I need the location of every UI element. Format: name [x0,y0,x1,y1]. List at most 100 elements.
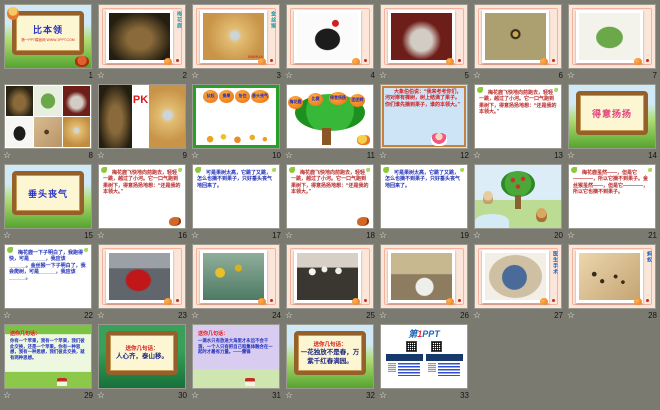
slide-cell[interactable]: 梅花鹿飞快地向前跑去，轻轻一跳，越过了小河。它一口气跑到果树下，得意扬扬地想：“… [471,84,565,164]
transition-star-icon[interactable]: ☆ [379,390,387,400]
transition-star-icon[interactable]: ☆ [191,390,199,400]
slide-thumbnail[interactable]: 蚂蚁 [568,244,656,309]
transition-star-icon[interactable]: ☆ [285,70,293,80]
transition-star-icon[interactable]: ☆ [285,390,293,400]
slide-cell[interactable]: ☆ 25 [283,244,377,324]
slide-cell[interactable]: ☆ 24 [189,244,283,324]
slide-thumbnail[interactable]: 送你几句话： 一滴水只有放进大海里才永远不会干涸，一个人只有把自己和集体融合在一… [192,324,280,389]
transition-star-icon[interactable]: ☆ [473,70,481,80]
slide-cell[interactable]: 第1PPT ☆ 33 [377,324,471,404]
slide-thumbnail[interactable]: 梅花鹿 [98,4,186,69]
slide-thumbnail[interactable]: 梅花鹿一下子明白了，我跑得快，可是______，我应该______。金丝猴一下子… [4,244,92,309]
slide-thumbnail[interactable]: 送你几句话： 一花独放不是春，万紫千红春满园。 [286,324,374,389]
slide-cell[interactable]: 梅花鹿飞快地向前跑去，轻轻一跳，越过了小河。它一口气跑到果树下，得意扬扬地想：“… [95,164,189,244]
slide-thumbnail[interactable]: 驮起 摘果 拾住 垂头丧气 [192,84,280,149]
car-photo [106,250,173,303]
transition-star-icon[interactable]: ☆ [191,310,199,320]
slide-cell[interactable]: 得意扬扬 ☆ 14 [565,84,659,164]
transition-star-icon[interactable]: ☆ [379,150,387,160]
slide-cell[interactable]: 医生手术 ☆ 27 [471,244,565,324]
slide-cell[interactable]: ☆ 5 [377,4,471,84]
slide-cell[interactable]: ☆ 4 [283,4,377,84]
transition-star-icon[interactable]: ☆ [97,230,105,240]
slide-cell[interactable]: 梅花鹿一下子明白了，我跑得快，可是______，我应该______。金丝猴一下子… [1,244,95,324]
slide-thumbnail[interactable]: 医生手术 [474,244,562,309]
slide-cell[interactable]: 梅花鹿 比赛 得意扬扬 团团转 ☆ 11 [283,84,377,164]
transition-star-icon[interactable]: ☆ [285,230,293,240]
slide-cell[interactable]: ☆ 8 [1,84,95,164]
slide-cell[interactable]: 送你几句话： 一花独放不是春，万紫千红春满园。 ☆ 32 [283,324,377,404]
slide-thumbnail[interactable]: 大象伯伯说：“我来考考你们，河对岸有棵树，树上结满了果子。你们谁先摘到果子，谁的… [380,84,468,149]
transition-star-icon[interactable]: ☆ [473,310,481,320]
slide-cell[interactable]: 送你几句话： 人心齐，泰山移。 ☆ 30 [95,324,189,404]
transition-star-icon[interactable]: ☆ [3,390,11,400]
slide-thumbnail[interactable] [286,4,374,69]
slide-thumbnail[interactable]: 梅花鹿飞快地向前跑去，轻轻一跳，越过了小河。它一口气跑到果树下，得意扬扬地想：“… [286,164,374,229]
slide-thumbnail[interactable] [286,244,374,309]
transition-star-icon[interactable]: ☆ [191,230,199,240]
transition-star-icon[interactable]: ☆ [473,150,481,160]
transition-star-icon[interactable]: ☆ [567,70,575,80]
transition-star-icon[interactable]: ☆ [473,230,481,240]
slide-thumbnail[interactable]: 垂头丧气 [4,164,92,229]
slide-thumbnail[interactable]: 梅花鹿虽然——，但是它————，所以它摘不到果子。金丝猴虽然——，但是它————… [568,164,656,229]
transition-star-icon[interactable]: ☆ [567,230,575,240]
transition-star-icon[interactable]: ☆ [191,70,199,80]
transition-star-icon[interactable]: ☆ [379,70,387,80]
slide-thumbnail[interactable] [474,4,562,69]
slide-cell[interactable]: ☆ 7 [565,4,659,84]
slide-thumbnail[interactable]: 第1PPT [380,324,468,389]
slide-cell[interactable]: 送你几句话： 你有一个苹果，我有一个苹果，我们彼此交换，还是一个苹果。你有一种思… [1,324,95,404]
slide-thumbnail[interactable] [380,244,468,309]
slide-thumbnail[interactable]: 梅花鹿 比赛 得意扬扬 团团转 [286,84,374,149]
slide-thumbnail[interactable] [98,244,186,309]
slide-cell[interactable]: XINHUA 金丝猴 ☆ 3 [189,4,283,84]
slide-thumbnail[interactable]: PK [98,84,186,149]
slide-cell[interactable]: 梅花鹿 ☆ 2 [95,4,189,84]
slide-thumbnail[interactable]: 比本领 第一PPT模板网 WWW.1PPT.COM [4,4,92,69]
slide-thumbnail[interactable] [192,244,280,309]
transition-star-icon[interactable]: ☆ [3,230,11,240]
slide-cell[interactable]: 驮起 摘果 拾住 垂头丧气 ☆ 10 [189,84,283,164]
slide-cell[interactable]: ☆ 20 [471,164,565,244]
slide-cell[interactable]: 蚂蚁 ☆ 28 [565,244,659,324]
slide-cell[interactable]: 垂头丧气 ☆ 15 [1,164,95,244]
slide-thumbnail[interactable]: 梅花鹿飞快地向前跑去，轻轻一跳，越过了小河。它一口气跑到果树下，得意扬扬地想：“… [474,84,562,149]
slide-thumbnail[interactable]: XINHUA 金丝猴 [192,4,280,69]
slide-cell[interactable]: ☆ 6 [471,4,565,84]
slide-thumbnail[interactable]: 可是果树太高，它跳了又跳，怎么也摘不到果子，只好垂头丧气地回来了。 [192,164,280,229]
slide-thumbnail[interactable] [568,4,656,69]
slide-cell[interactable]: 可是果树太高，它跳了又跳，怎么也摘不到果子，只好垂头丧气地回来了。 ☆ 19 [377,164,471,244]
transition-star-icon[interactable]: ☆ [97,310,105,320]
slide-thumbnail[interactable]: 送你几句话： 你有一个苹果，我有一个苹果，我们彼此交换，还是一个苹果。你有一种思… [4,324,92,389]
slide-cell[interactable]: PK ☆ 9 [95,84,189,164]
transition-star-icon[interactable]: ☆ [3,150,11,160]
transition-star-icon[interactable]: ☆ [97,150,105,160]
transition-star-icon[interactable]: ☆ [285,150,293,160]
slide-cell[interactable]: ☆ 23 [95,244,189,324]
slide-cell[interactable]: 梅花鹿虽然——，但是它————，所以它摘不到果子。金丝猴虽然——，但是它————… [565,164,659,244]
slide-cell[interactable]: 梅花鹿飞快地向前跑去，轻轻一跳，越过了小河。它一口气跑到果树下，得意扬扬地想：“… [283,164,377,244]
transition-star-icon[interactable]: ☆ [379,310,387,320]
transition-star-icon[interactable]: ☆ [285,310,293,320]
slide-cell[interactable]: 可是果树太高，它跳了又跳，怎么也摘不到果子，只好垂头丧气地回来了。 ☆ 17 [189,164,283,244]
transition-star-icon[interactable]: ☆ [3,310,11,320]
transition-star-icon[interactable]: ☆ [567,310,575,320]
transition-star-icon[interactable]: ☆ [191,150,199,160]
slide-cell[interactable]: 送你几句话： 一滴水只有放进大海里才永远不会干涸，一个人只有把自己和集体融合在一… [189,324,283,404]
slide-cell[interactable]: 大象伯伯说：“我来考考你们，河对岸有棵树，树上结满了果子。你们谁先摘到果子，谁的… [377,84,471,164]
transition-star-icon[interactable]: ☆ [567,150,575,160]
slide-thumbnail[interactable] [4,84,92,149]
transition-star-icon[interactable]: ☆ [97,70,105,80]
slide-thumbnail[interactable]: 可是果树太高，它跳了又跳，怎么也摘不到果子，只好垂头丧气地回来了。 [380,164,468,229]
transition-star-icon[interactable]: ☆ [97,390,105,400]
slide-thumbnail[interactable] [474,164,562,229]
slide-cell[interactable]: 比本领 第一PPT模板网 WWW.1PPT.COM ☆ 1 [1,4,95,84]
orange-icon [164,58,172,65]
slide-cell[interactable]: ☆ 26 [377,244,471,324]
slide-thumbnail[interactable]: 梅花鹿飞快地向前跑去，轻轻一跳，越过了小河。它一口气跑到果树下，得意扬扬地想：“… [98,164,186,229]
transition-star-icon[interactable]: ☆ [379,230,387,240]
slide-thumbnail[interactable] [380,4,468,69]
slide-thumbnail[interactable]: 送你几句话： 人心齐，泰山移。 [98,324,186,389]
slide-thumbnail[interactable]: 得意扬扬 [568,84,656,149]
